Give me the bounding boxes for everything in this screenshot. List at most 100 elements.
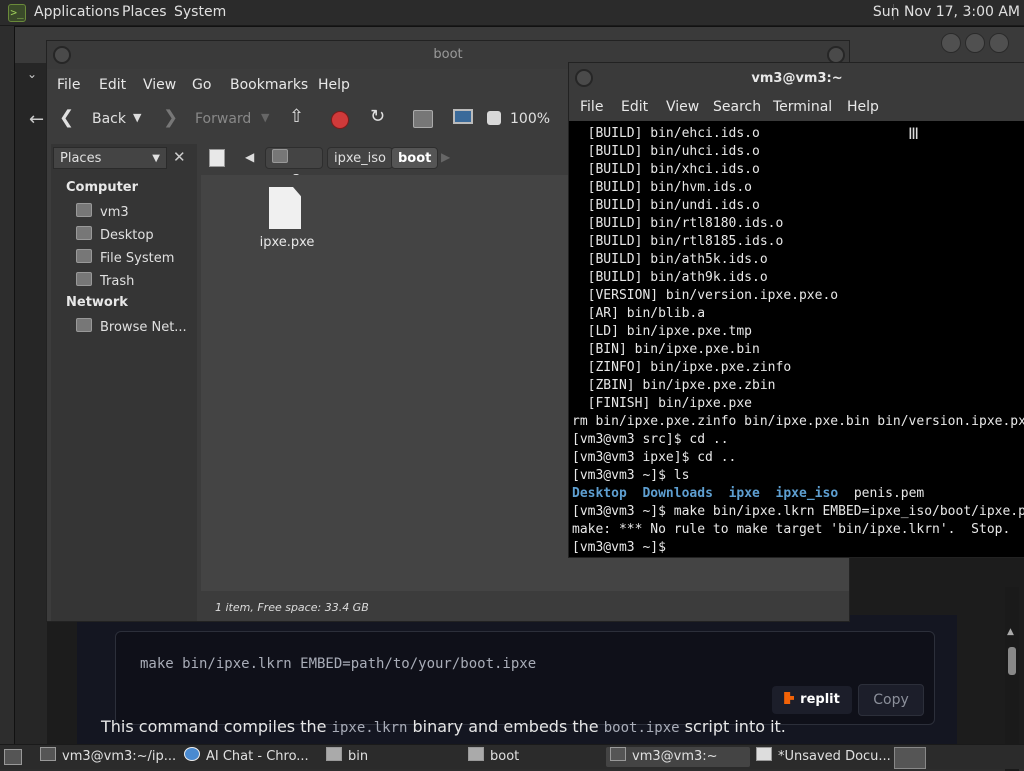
task-bin[interactable]: bin [322, 747, 466, 767]
chat-text-post: script into it. [679, 717, 786, 736]
clock[interactable]: Sun Nov 17, 3:00 AM [873, 4, 1020, 20]
sidebar-item-browse-network[interactable]: Browse Net... [76, 318, 187, 335]
zoom-out-icon[interactable] [487, 111, 501, 125]
sidebar-item-filesystem[interactable]: File System [76, 249, 174, 266]
task-label: *Unsaved Docu... [778, 749, 891, 764]
path-left-icon[interactable]: ◀ [245, 150, 254, 164]
terminal-line: [BUILD] bin/rtl8180.ids.o [572, 216, 784, 231]
sidebar-item-vm3[interactable]: vm3 [76, 203, 129, 220]
chevron-down-icon: ▼ [152, 153, 160, 164]
fm-menu-bookmarks[interactable]: Bookmarks [230, 77, 308, 93]
crumb-boot[interactable]: boot [391, 147, 439, 169]
terminal-line: [vm3@vm3 ~]$ ls [572, 468, 690, 483]
chat-explanation: This command compiles the ipxe.lkrn bina… [101, 717, 786, 736]
forward-button[interactable]: Forward [195, 111, 251, 127]
file-icon[interactable] [269, 187, 301, 229]
close-icon[interactable] [989, 33, 1009, 53]
places-dropdown[interactable]: Places ▼ [53, 147, 167, 169]
sidebar-item-label: Desktop [100, 228, 154, 243]
term-menu-search[interactable]: Search [713, 99, 761, 115]
folder-icon [468, 747, 484, 761]
forward-dropdown-icon[interactable]: ▼ [261, 111, 269, 124]
task-unsaved-document[interactable]: *Unsaved Docu... [752, 747, 892, 767]
ls-dir: ipxe [728, 486, 760, 501]
home-folder-icon [76, 203, 92, 217]
task-boot[interactable]: boot [464, 747, 608, 767]
chat-text-pre: This command compiles the [101, 717, 332, 736]
applications-menu[interactable]: Applications [34, 4, 120, 20]
back-dropdown-icon[interactable]: ▼ [133, 111, 141, 124]
chevron-down-icon[interactable]: ⌄ [27, 67, 37, 81]
terminal-line: [ZBIN] bin/ipxe.pxe.zbin [572, 378, 776, 393]
task-terminal-home[interactable]: vm3@vm3:~ [606, 747, 750, 767]
back-button[interactable]: Back [92, 111, 126, 127]
file-name[interactable]: ipxe.pxe [255, 235, 319, 250]
system-menu[interactable]: System [174, 4, 226, 20]
terminal-lines: [BUILD] bin/ehci.ids.o [BUILD] bin/uhci.… [572, 125, 1024, 485]
computer-icon[interactable] [453, 109, 473, 124]
folder-icon [326, 747, 342, 761]
term-menu-help[interactable]: Help [847, 99, 879, 115]
workspace-switcher[interactable] [894, 747, 926, 769]
terminal-line: [FINISH] bin/ipxe.pxe [572, 396, 753, 411]
places-label: Places [60, 151, 102, 166]
crumb-ipxe-iso[interactable]: ipxe_iso [327, 147, 393, 169]
task-label: vm3@vm3:~ [632, 749, 718, 764]
term-menu-terminal[interactable]: Terminal [773, 99, 832, 115]
home-icon[interactable] [413, 110, 433, 128]
terminal-line: [vm3@vm3 ~]$ make bin/ipxe.lkrn EMBED=ip… [572, 504, 1024, 519]
distro-logo-icon[interactable]: >_ [8, 4, 26, 22]
ls-dir: ipxe_iso [775, 486, 839, 501]
up-icon[interactable]: ⇧ [289, 106, 304, 127]
fm-menu-go[interactable]: Go [192, 77, 211, 93]
places-menu[interactable]: Places [122, 4, 167, 20]
stop-icon[interactable] [331, 111, 349, 129]
copy-button[interactable]: Copy [858, 684, 924, 716]
scroll-thumb[interactable] [1008, 647, 1016, 675]
reload-icon[interactable]: ↻ [370, 106, 385, 127]
crumb-vm3[interactable]: vm3 [265, 147, 323, 188]
task-ai-chat[interactable]: AI Chat - Chro... [180, 747, 324, 767]
term-menu-file[interactable]: File [580, 99, 603, 115]
inline-code-lkrn: ipxe.lkrn [331, 720, 408, 736]
terminal-output[interactable]: [BUILD] bin/ehci.ids.o [BUILD] bin/uhci.… [572, 125, 1024, 555]
term-menu-view[interactable]: View [666, 99, 699, 115]
inline-code-boot: boot.ipxe [603, 720, 680, 736]
maximize-icon[interactable] [965, 33, 985, 53]
terminal-line: make: *** No rule to make target 'bin/ip… [572, 522, 1011, 537]
sidebar-item-label: vm3 [100, 205, 129, 220]
network-heading: Network [66, 295, 128, 310]
terminal-line: [BUILD] bin/hvm.ids.o [572, 180, 753, 195]
code-line: make bin/ipxe.lkrn EMBED=path/to/your/bo… [140, 656, 537, 672]
task-terminal-ipxe[interactable]: vm3@vm3:~/ip... [36, 747, 180, 767]
back-arrow-icon[interactable]: ← [29, 109, 44, 130]
terminal-line: [BUILD] bin/ath9k.ids.o [572, 270, 768, 285]
chrome-icon [184, 747, 200, 761]
scroll-up-icon[interactable]: ▲ [1007, 627, 1014, 637]
replit-button[interactable]: replit [772, 686, 852, 714]
minimize-icon[interactable] [941, 33, 961, 53]
forward-icon[interactable]: ❯ [163, 107, 178, 128]
text-cursor-icon: Ⅲ [908, 124, 920, 143]
fm-menu-edit[interactable]: Edit [99, 77, 126, 93]
text-editor-icon [756, 747, 772, 761]
terminal-line: [BIN] bin/ipxe.pxe.bin [572, 342, 760, 357]
sidebar-item-desktop[interactable]: Desktop [76, 226, 154, 243]
fm-menu-view[interactable]: View [143, 77, 176, 93]
back-icon[interactable]: ❮ [59, 107, 74, 128]
terminal-icon [40, 747, 56, 761]
ls-output-line: Desktop Downloads ipxe ipxe_iso penis.pe… [572, 485, 1024, 503]
terminal-line: [vm3@vm3 ~]$ [572, 540, 674, 555]
terminal-titlebar[interactable]: vm3@vm3:~ [569, 63, 1024, 93]
sidebar-item-trash[interactable]: Trash [76, 272, 134, 289]
code-block: make bin/ipxe.lkrn EMBED=path/to/your/bo… [115, 631, 935, 725]
edit-location-icon[interactable] [209, 149, 225, 167]
path-right-icon[interactable]: ▶ [441, 150, 450, 164]
term-menu-edit[interactable]: Edit [621, 99, 648, 115]
sidebar-item-label: Trash [100, 274, 135, 289]
show-desktop-icon[interactable] [4, 749, 22, 765]
close-sidebar-icon[interactable]: ✕ [173, 148, 186, 166]
fm-menu-file[interactable]: File [57, 77, 80, 93]
computer-heading: Computer [66, 180, 139, 195]
fm-menu-help[interactable]: Help [318, 77, 350, 93]
